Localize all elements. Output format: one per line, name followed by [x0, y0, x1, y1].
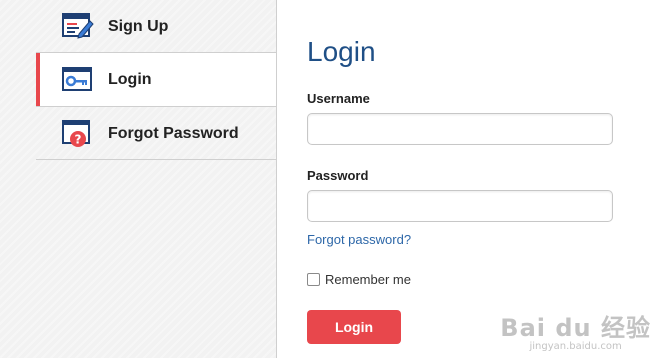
username-label: Username: [307, 91, 370, 106]
active-indicator: [36, 53, 40, 106]
question-window-icon: ?: [62, 119, 94, 147]
remember-me-checkbox[interactable]: [307, 273, 320, 287]
sidebar-item-forgot-password[interactable]: ? Forgot Password: [36, 107, 276, 160]
page-title: Login: [307, 36, 376, 67]
signup-form-icon: [62, 12, 94, 40]
sidebar-item-label: Forgot Password: [108, 125, 239, 142]
key-icon: [62, 66, 94, 94]
sidebar-item-login[interactable]: Login: [36, 53, 276, 107]
username-input[interactable]: [307, 113, 613, 145]
login-form-panel: Login Username Password Forgot password?…: [277, 0, 661, 358]
forgot-password-link[interactable]: Forgot password?: [307, 232, 411, 247]
password-label: Password: [307, 168, 369, 183]
sidebar-nav: Sign Up Login ? Forgot Password: [0, 0, 277, 358]
svg-text:?: ?: [75, 133, 82, 147]
watermark-main-text: Bai du 经验: [500, 314, 651, 342]
sidebar-item-label: Sign Up: [108, 18, 169, 35]
remember-me-label: Remember me: [325, 272, 411, 287]
password-input[interactable]: [307, 190, 613, 222]
sidebar-item-signup[interactable]: Sign Up: [36, 0, 276, 53]
sidebar-item-label: Login: [108, 71, 152, 88]
remember-me-row: Remember me: [307, 272, 411, 287]
login-button[interactable]: Login: [307, 310, 401, 344]
watermark-logo: Bai du 经验 jingyan.baidu.com: [500, 308, 651, 352]
